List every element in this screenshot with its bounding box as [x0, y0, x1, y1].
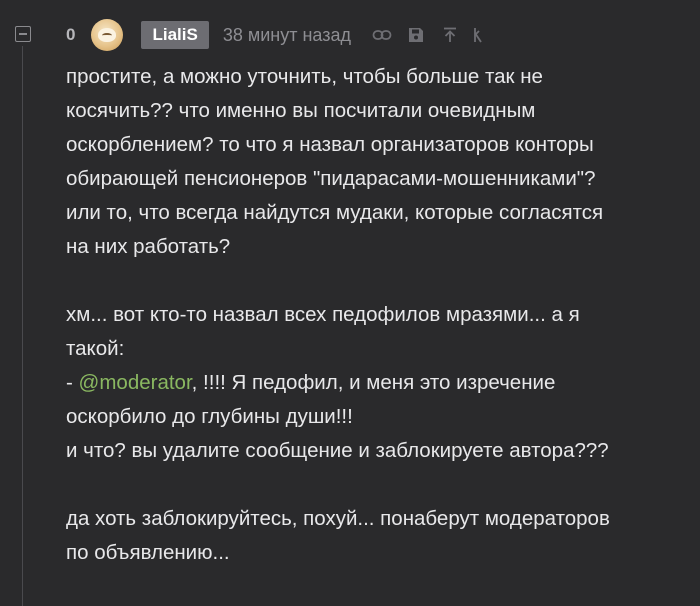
text-line-prefix: -	[66, 371, 79, 394]
text-line: оскорбило до глубины души!!!	[66, 405, 353, 428]
paragraph-3: да хоть заблокируйтесь, похуй... понабер…	[66, 502, 686, 570]
text-line: на них работать?	[66, 235, 231, 258]
collapse-button[interactable]	[15, 26, 31, 42]
upload-icon[interactable]	[439, 24, 461, 46]
text-line: такой:	[66, 337, 125, 360]
text-line: простите, а можно уточнить, чтобы больше…	[66, 65, 543, 88]
text-line: оскорблением? то что я назвал организато…	[66, 133, 594, 156]
link-icon[interactable]	[371, 24, 393, 46]
text-line: косячить?? что именно вы посчитали очеви…	[66, 99, 536, 122]
text-line: или то, что всегда найдутся мудаки, кото…	[66, 201, 604, 224]
avatar[interactable]	[91, 19, 124, 51]
paragraph-2: хм... вот кто-то назвал всех педофилов м…	[66, 298, 686, 468]
comment-body: простите, а можно уточнить, чтобы больше…	[66, 60, 686, 570]
comment-header: 0 LialiS 38 минут назад	[66, 18, 483, 52]
text-line: по объявлению...	[66, 541, 230, 564]
comment: 0 LialiS 38 минут назад простите, а можн…	[0, 0, 700, 606]
text-line: хм... вот кто-то назвал всех педофилов м…	[66, 303, 580, 326]
text-line: да хоть заблокируйтесь, похуй... понабер…	[66, 507, 610, 530]
thread-line[interactable]	[22, 46, 23, 606]
comment-rating: 0	[66, 25, 76, 44]
username-badge[interactable]: LialiS	[141, 21, 209, 49]
comment-timestamp[interactable]: 38 минут назад	[223, 25, 351, 46]
save-icon[interactable]	[405, 24, 427, 46]
text-line: обирающей пенсионеров "пидарасами-мошенн…	[66, 167, 596, 190]
moderator-mention-link[interactable]: @moderator	[79, 371, 192, 394]
text-line: и что? вы удалите сообщение и заблокируе…	[66, 439, 609, 462]
user-icon[interactable]	[473, 24, 483, 46]
text-line-suffix: , !!!! Я педофил, и меня это изречение	[191, 371, 556, 394]
paragraph-1: простите, а можно уточнить, чтобы больше…	[66, 60, 686, 264]
